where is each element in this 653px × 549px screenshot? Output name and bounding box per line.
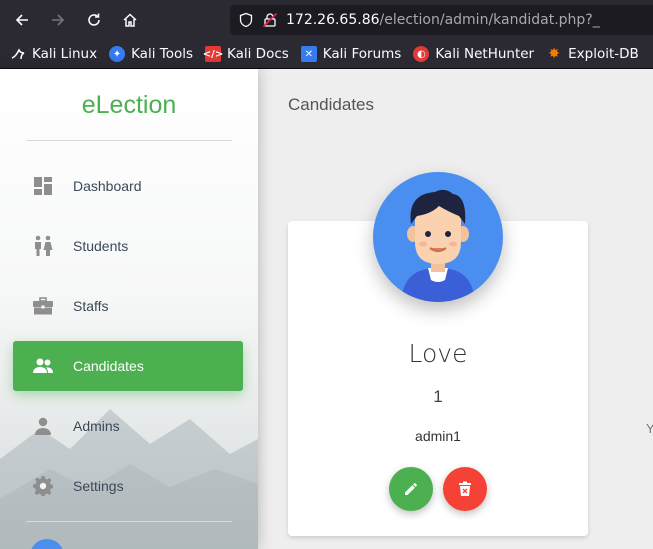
trash-icon	[459, 481, 471, 496]
insecure-lock-icon[interactable]	[262, 12, 278, 28]
edit-candidate-button[interactable]	[389, 467, 433, 511]
bookmark-kali-docs[interactable]: </> Kali Docs	[203, 46, 289, 62]
brand-logo[interactable]: eLection	[0, 91, 258, 120]
forward-button[interactable]	[40, 0, 76, 40]
offscreen-card-text: Y	[646, 421, 653, 436]
bookmark-label: Kali Linux	[32, 46, 98, 62]
bookmark-label: Kali Docs	[227, 46, 289, 62]
exploit-db-icon: ✸	[548, 46, 560, 62]
kali-tools-icon: ✦	[109, 46, 126, 62]
page-content: eLection Dashboard Students Staffs Candi	[0, 69, 653, 549]
bookmarks-bar: Kali Linux ✦ Kali Tools </> Kali Docs ✕ …	[0, 40, 653, 69]
sidebar-item-dashboard[interactable]: Dashboard	[13, 161, 243, 211]
bookmark-kali-nethunter[interactable]: ◐ Kali NetHunter	[413, 46, 534, 62]
bookmark-label: Kali Forums	[322, 46, 402, 62]
kali-dragon-icon	[10, 46, 26, 62]
delete-candidate-button[interactable]	[443, 467, 487, 511]
bookmark-label: Kali NetHunter	[435, 46, 535, 62]
back-arrow-icon	[15, 14, 28, 26]
candidate-creator: admin1	[415, 428, 461, 444]
sidebar-item-admins[interactable]: Admins	[13, 401, 243, 451]
bookmark-exploit-db[interactable]: ✸ Exploit-DB	[546, 46, 639, 62]
sidebar-item-label: Admins	[73, 418, 120, 434]
sidebar-item-label: Settings	[73, 478, 124, 494]
briefcase-icon	[31, 294, 55, 318]
sidebar-item-label: Candidates	[73, 358, 144, 374]
sidebar: eLection Dashboard Students Staffs Candi	[0, 69, 258, 549]
sidebar-item-settings[interactable]: Settings	[13, 461, 243, 511]
dashboard-icon	[31, 174, 55, 198]
home-button[interactable]	[112, 0, 148, 40]
bookmark-kali-tools[interactable]: ✦ Kali Tools	[109, 46, 193, 62]
sidebar-divider	[26, 140, 232, 141]
kali-forums-icon: ✕	[300, 46, 317, 62]
sidebar-item-label: Students	[73, 238, 129, 254]
bookmark-kali-forums[interactable]: ✕ Kali Forums	[300, 46, 402, 62]
person-icon	[31, 414, 55, 438]
students-icon	[31, 234, 55, 258]
bookmark-label: Kali Tools	[131, 46, 193, 62]
reload-button[interactable]	[76, 0, 112, 40]
kali-docs-icon: </>	[203, 46, 223, 62]
shield-icon	[239, 12, 253, 28]
sidebar-item-label: Staffs	[73, 298, 109, 314]
sidebar-item-candidates[interactable]: Candidates	[13, 341, 243, 391]
kali-nethunter-icon: ◐	[413, 46, 430, 62]
reload-icon	[88, 13, 100, 26]
url-bar[interactable]: 172.26.65.86/election/admin/kandidat.php…	[230, 5, 653, 35]
forward-arrow-icon	[52, 14, 65, 26]
pencil-icon	[405, 483, 417, 495]
page-title: Candidates	[288, 95, 375, 114]
candidate-number: 1	[433, 387, 443, 406]
gear-icon	[31, 474, 55, 498]
bookmark-label: Exploit-DB	[568, 46, 639, 62]
boy-avatar-icon	[401, 189, 475, 302]
browser-toolbar: 172.26.65.86/election/admin/kandidat.php…	[0, 0, 653, 40]
mountain-background-image	[0, 409, 258, 549]
candidate-name: Love	[408, 339, 468, 368]
url-path: /election/admin/kandidat.php?_	[379, 12, 600, 28]
sidebar-item-students[interactable]: Students	[13, 221, 243, 271]
bookmark-kali-linux[interactable]: Kali Linux	[10, 46, 97, 62]
people-icon	[31, 354, 55, 378]
url-text[interactable]: 172.26.65.86/election/admin/kandidat.php…	[286, 12, 600, 28]
sidebar-item-label: Dashboard	[73, 178, 142, 194]
candidate-avatar	[373, 172, 503, 302]
sidebar-item-staffs[interactable]: Staffs	[13, 281, 243, 331]
back-button[interactable]	[4, 0, 40, 40]
url-host: 172.26.65.86	[286, 12, 380, 28]
sidebar-divider	[26, 521, 232, 522]
home-icon	[123, 13, 137, 27]
